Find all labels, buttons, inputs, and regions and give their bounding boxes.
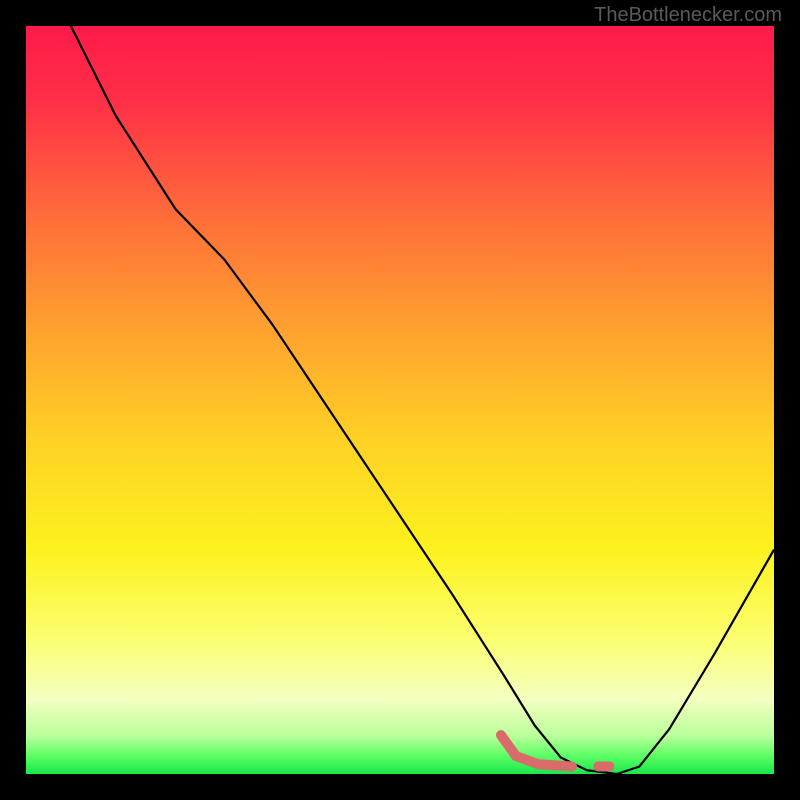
series-bottleneck-curve bbox=[71, 26, 774, 774]
series-highlight-segment bbox=[501, 735, 572, 766]
watermark-text: TheBottlenecker.com bbox=[594, 4, 782, 27]
chart-lines bbox=[26, 26, 774, 774]
plot-area bbox=[26, 26, 774, 774]
